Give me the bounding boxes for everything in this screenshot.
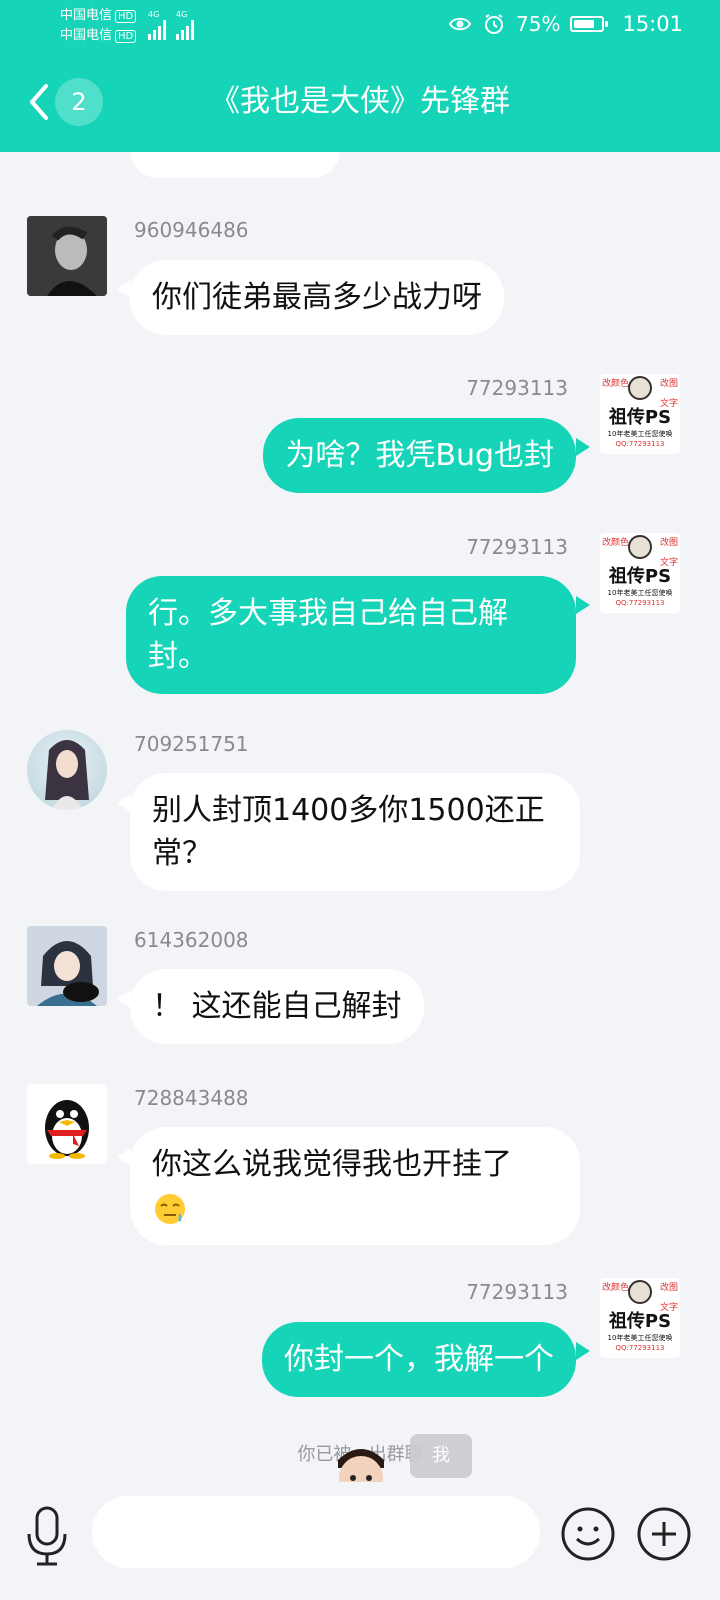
bubble-tail [576,596,590,614]
ps-subtitle: 10年老美工任您使唤 [607,430,673,438]
voice-button[interactable] [24,1504,70,1570]
hd-badge: HD [115,30,137,43]
ps-meme-avatar[interactable]: 改颜色 改图 文字 祖传PS 10年老美工任您使唤 QQ:77293113 [600,374,680,454]
ps-subtitle: 10年老美工任您使唤 [607,589,673,597]
sender-id: 728843488 [134,1086,249,1110]
network-type: 4G [176,10,188,19]
bubble-tail [117,990,131,1008]
microphone-icon [27,1506,67,1566]
ps-qq: QQ:77293113 [615,440,665,448]
message-list[interactable]: 960946486 你们徒弟最高多少战力呀 77293113 改颜色 改图 文字 祖传… [0,152,720,1482]
status-right: 75% 15:01 [448,12,683,36]
battery-percent: 75% [516,12,561,36]
carrier-1: 中国电信 [60,8,113,23]
ps-tag: 改颜色 [602,1283,630,1293]
clock: 15:01 [622,12,683,36]
message-bubble[interactable]: 你这么说我觉得我也开挂了 [130,1127,580,1245]
ps-face [628,1280,652,1304]
sender-id: 709251751 [134,732,249,756]
top-bar: 中国电信 HD 中国电信 HD 4G 4G 75% 15:01 2 《我也是大侠》先… [0,0,720,152]
smiley-icon [561,1507,615,1561]
sender-id: 77293113 [466,1280,568,1304]
carrier-info: 中国电信 HD 中国电信 HD [60,6,137,46]
hd-badge: HD [115,10,137,23]
anime-boy-avatar[interactable] [27,926,107,1006]
sweat-emoji-icon [155,1193,185,1224]
signal-icon: 4G [176,10,194,40]
message-bubble[interactable]: 行。多大事我自己给自己解封。 [126,576,576,694]
battery-icon [570,16,609,32]
bubble-tail [576,438,590,456]
message-input[interactable] [92,1496,540,1568]
ps-qq: QQ:77293113 [615,599,665,607]
man-portrait-avatar[interactable] [27,216,107,296]
bubble-tail [117,1148,131,1166]
ps-tag: 改图 [659,538,678,548]
ps-tag: 改图 [659,1283,678,1293]
partial-message-bubble [130,152,340,178]
status-bar: 中国电信 HD 中国电信 HD 4G 4G 75% 15:01 [0,0,720,52]
ps-tag: 改颜色 [602,538,630,548]
message-bubble[interactable]: 你封一个，我解一个 [262,1322,576,1397]
message-bubble[interactable]: 你们徒弟最高多少战力呀 [130,260,504,335]
ps-qq: QQ:77293113 [615,1344,665,1352]
bubble-tail [117,280,131,298]
signal-icons: 4G 4G [148,10,194,40]
input-bar [0,1482,720,1600]
chat-title[interactable]: 《我也是大侠》先锋群 [0,78,720,126]
bubble-tail [117,794,131,812]
qq-penguin-avatar[interactable] [27,1084,107,1164]
ps-tag: 改图 [659,379,678,389]
sender-id: 77293113 [466,376,568,400]
ps-title: 祖传PS [608,407,672,428]
ps-title: 祖传PS [608,1311,672,1332]
eye-icon [448,17,472,31]
ps-title: 祖传PS [608,566,672,587]
plus-icon [637,1507,691,1561]
network-type: 4G [148,10,160,19]
sender-id: 960946486 [134,218,249,242]
message-bubble[interactable]: 别人封顶1400多你1500还正常？ [130,773,580,891]
ps-meme-avatar[interactable]: 改颜色 改图 文字 祖传PS 10年老美工任您使唤 QQ:77293113 [600,533,680,613]
ps-face [628,376,652,400]
message-bubble[interactable]: 为啥？我凭Bug也封 [263,418,576,493]
me-tag[interactable]: 我 [410,1434,472,1478]
ps-meme-avatar[interactable]: 改颜色 改图 文字 祖传PS 10年老美工任您使唤 QQ:77293113 [600,1278,680,1358]
emoji-button[interactable] [560,1506,616,1562]
carrier-2: 中国电信 [60,28,113,43]
chat-header: 2 《我也是大侠》先锋群 [0,52,720,152]
bubble-tail [576,1342,590,1360]
ps-subtitle: 10年老美工任您使唤 [607,1334,673,1342]
message-bubble[interactable]: ！ 这还能自己解封 [130,969,424,1044]
alarm-icon [485,14,503,34]
ps-face [628,535,652,559]
more-button[interactable] [636,1506,692,1562]
ps-tag: 改颜色 [602,379,630,389]
sender-id: 77293113 [466,535,568,559]
signal-icon: 4G [148,10,166,40]
message-text: 你这么说我觉得我也开挂了 [152,1147,512,1182]
sender-id: 614362008 [134,928,249,952]
anime-girl-avatar[interactable] [27,730,107,810]
